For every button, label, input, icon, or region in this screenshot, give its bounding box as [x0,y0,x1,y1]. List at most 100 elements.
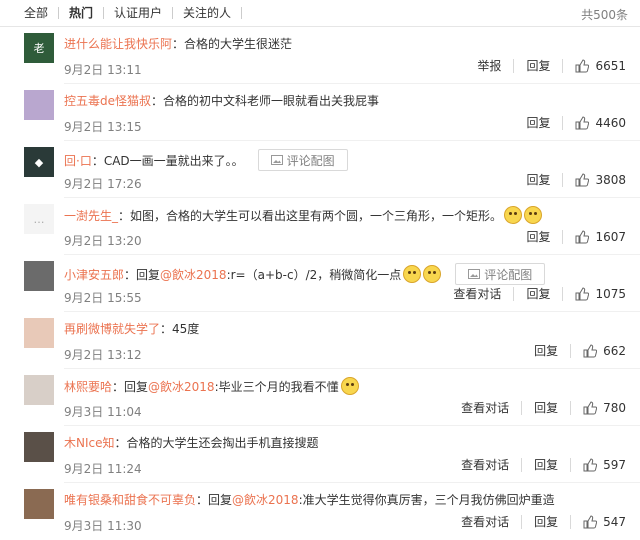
comment-username[interactable]: 木NIce知 [64,434,115,451]
report-link[interactable]: 举报 [465,59,513,73]
thumbs-up-icon [575,230,590,244]
image-icon [270,155,283,165]
emoji-icon [504,206,523,224]
like-button[interactable]: 3808 [562,173,626,187]
reply-link[interactable]: 回复 [521,458,570,472]
thumbs-up-icon [575,59,590,73]
like-button[interactable]: 4460 [562,116,626,130]
comment-username[interactable]: 再刷微博就失学了 [64,320,160,337]
comment-time: 9月3日 11:04 [64,405,142,419]
like-button[interactable]: 662 [570,344,626,358]
view-conversation-link[interactable]: 查看对话 [449,401,521,415]
comment-item: 小津安五郎 ：回复 @飲冰2018 :r=（a+b-c）/2，稍微简化一点 评论… [0,255,640,312]
comment-item: 再刷微博就失学了 ：45度 9月2日 13:12 回复 662 [0,312,640,369]
comment-text: ：如图，合格的大学生可以看出这里有两个圆，一个三角形，一个矩形。 [118,208,503,223]
reply-link[interactable]: 回复 [522,344,570,358]
like-count: 780 [603,401,626,415]
thumbs-up-icon [583,344,598,358]
comment-username[interactable]: 回·口 [64,152,92,169]
thumbs-up-icon [575,173,590,187]
comment-text: :r=（a+b-c）/2，稍微简化一点 [226,267,402,282]
thumbs-up-icon [583,458,598,472]
like-button[interactable]: 1607 [562,230,626,244]
avatar[interactable] [24,318,54,348]
avatar[interactable] [24,432,54,462]
avatar[interactable] [24,375,54,405]
avatar[interactable] [24,489,54,519]
view-conversation-link[interactable]: 查看对话 [441,287,513,301]
comment-text: :准大学生觉得你真厉害，三个月我仿佛回炉重造 [298,493,555,507]
like-count: 597 [603,458,626,472]
emoji-icon [524,206,543,224]
like-count: 4460 [595,116,626,130]
mention-link[interactable]: @飲冰2018 [160,266,227,283]
mention-link[interactable]: @飲冰2018 [232,491,299,508]
like-button[interactable]: 6651 [562,59,626,73]
comment-item: 控五毒de怪猫叔 ：合格的初中文科老师一眼就看出关我屁事 9月2日 13:15 … [0,84,640,141]
comment-username[interactable]: 进什么能让我快乐阿 [64,35,172,52]
comment-item: 唯有银桑和甜食不可辜负 ：回复 @飲冰2018 :准大学生觉得你真厉害，三个月我… [0,483,640,540]
reply-link[interactable]: 回复 [514,116,562,130]
comment-list: 老 进什么能让我快乐阿 ：合格的大学生很迷茫 9月2日 13:11 举报 回复 … [0,27,640,540]
comment-username[interactable]: 唯有银桑和甜食不可辜负 [64,491,196,508]
tab-verified-users[interactable]: 认证用户 [104,7,174,19]
reply-link[interactable]: 回复 [521,401,570,415]
comment-time: 9月2日 13:15 [64,120,142,134]
like-button[interactable]: 780 [570,401,626,415]
avatar[interactable]: ◆ [24,147,54,177]
thumbs-up-icon [583,515,598,529]
comment-time: 9月2日 11:24 [64,462,142,476]
like-button[interactable]: 597 [570,458,626,472]
thumbs-up-icon [583,401,598,415]
mention-link[interactable]: @飲冰2018 [148,378,215,395]
tab-hot[interactable]: 热门 [59,7,105,19]
comment-picture-link[interactable]: 评论配图 [455,263,546,285]
reply-link[interactable]: 回复 [513,59,562,73]
comment-username[interactable]: 林熙要哈 [64,378,112,395]
avatar[interactable] [24,90,54,120]
comment-time: 9月2日 13:20 [64,234,142,248]
comment-filter-tabs: 全部 热门 认证用户 关注的人 共500条 [0,0,640,27]
avatar[interactable] [24,261,54,291]
comment-text: :毕业三个月的我看不懂 [214,379,339,394]
like-count: 3808 [595,173,626,187]
thumbs-up-icon [575,116,590,130]
comment-text: ：合格的大学生还会掏出手机直接搜题 [114,436,319,450]
comment-item: 林熙要哈 ：回复 @飲冰2018 :毕业三个月的我看不懂 9月3日 11:04 … [0,369,640,426]
comment-reply-prefix: ：回复 [124,267,161,282]
comment-time: 9月2日 15:55 [64,291,142,305]
comment-text: ：合格的大学生很迷茫 [172,37,293,51]
like-button[interactable]: 1075 [562,287,626,301]
comment-item: 老 进什么能让我快乐阿 ：合格的大学生很迷茫 9月2日 13:11 举报 回复 … [0,27,640,84]
comment-username[interactable]: 一澍先生_ [64,207,118,224]
comment-item: ◆ 回·口 ：CAD一画一量就出来了。。 评论配图 9月2日 17:26 回复 … [0,141,640,198]
comment-picture-link[interactable]: 评论配图 [257,149,348,171]
comment-username[interactable]: 小津安五郎 [64,266,124,283]
comment-item: 木NIce知 ：合格的大学生还会掏出手机直接搜题 9月2日 11:24 查看对话… [0,426,640,483]
image-icon [468,269,481,279]
comment-reply-prefix: ：回复 [196,493,233,507]
avatar[interactable]: 老 [24,33,54,63]
like-count: 547 [603,515,626,529]
like-button[interactable]: 547 [570,515,626,529]
reply-link[interactable]: 回复 [514,230,562,244]
view-conversation-link[interactable]: 查看对话 [449,458,521,472]
reply-link[interactable]: 回复 [513,287,562,301]
comment-reply-prefix: ：回复 [112,379,149,394]
like-count: 1607 [595,230,626,244]
tab-following[interactable]: 关注的人 [173,7,243,19]
emoji-icon [423,265,442,283]
thumbs-up-icon [575,287,590,301]
comment-text: ：合格的初中文科老师一眼就看出关我屁事 [151,94,380,108]
avatar[interactable]: … [24,204,54,234]
like-count: 6651 [595,59,626,73]
comment-text: ：CAD一画一量就出来了。。 [91,153,244,168]
comment-username[interactable]: 控五毒de怪猫叔 [64,92,151,109]
reply-link[interactable]: 回复 [514,173,562,187]
view-conversation-link[interactable]: 查看对话 [449,515,521,529]
tab-all[interactable]: 全部 [24,7,60,19]
emoji-icon [340,377,359,395]
comment-time: 9月2日 17:26 [64,177,142,191]
reply-link[interactable]: 回复 [521,515,570,529]
emoji-icon [403,265,422,283]
